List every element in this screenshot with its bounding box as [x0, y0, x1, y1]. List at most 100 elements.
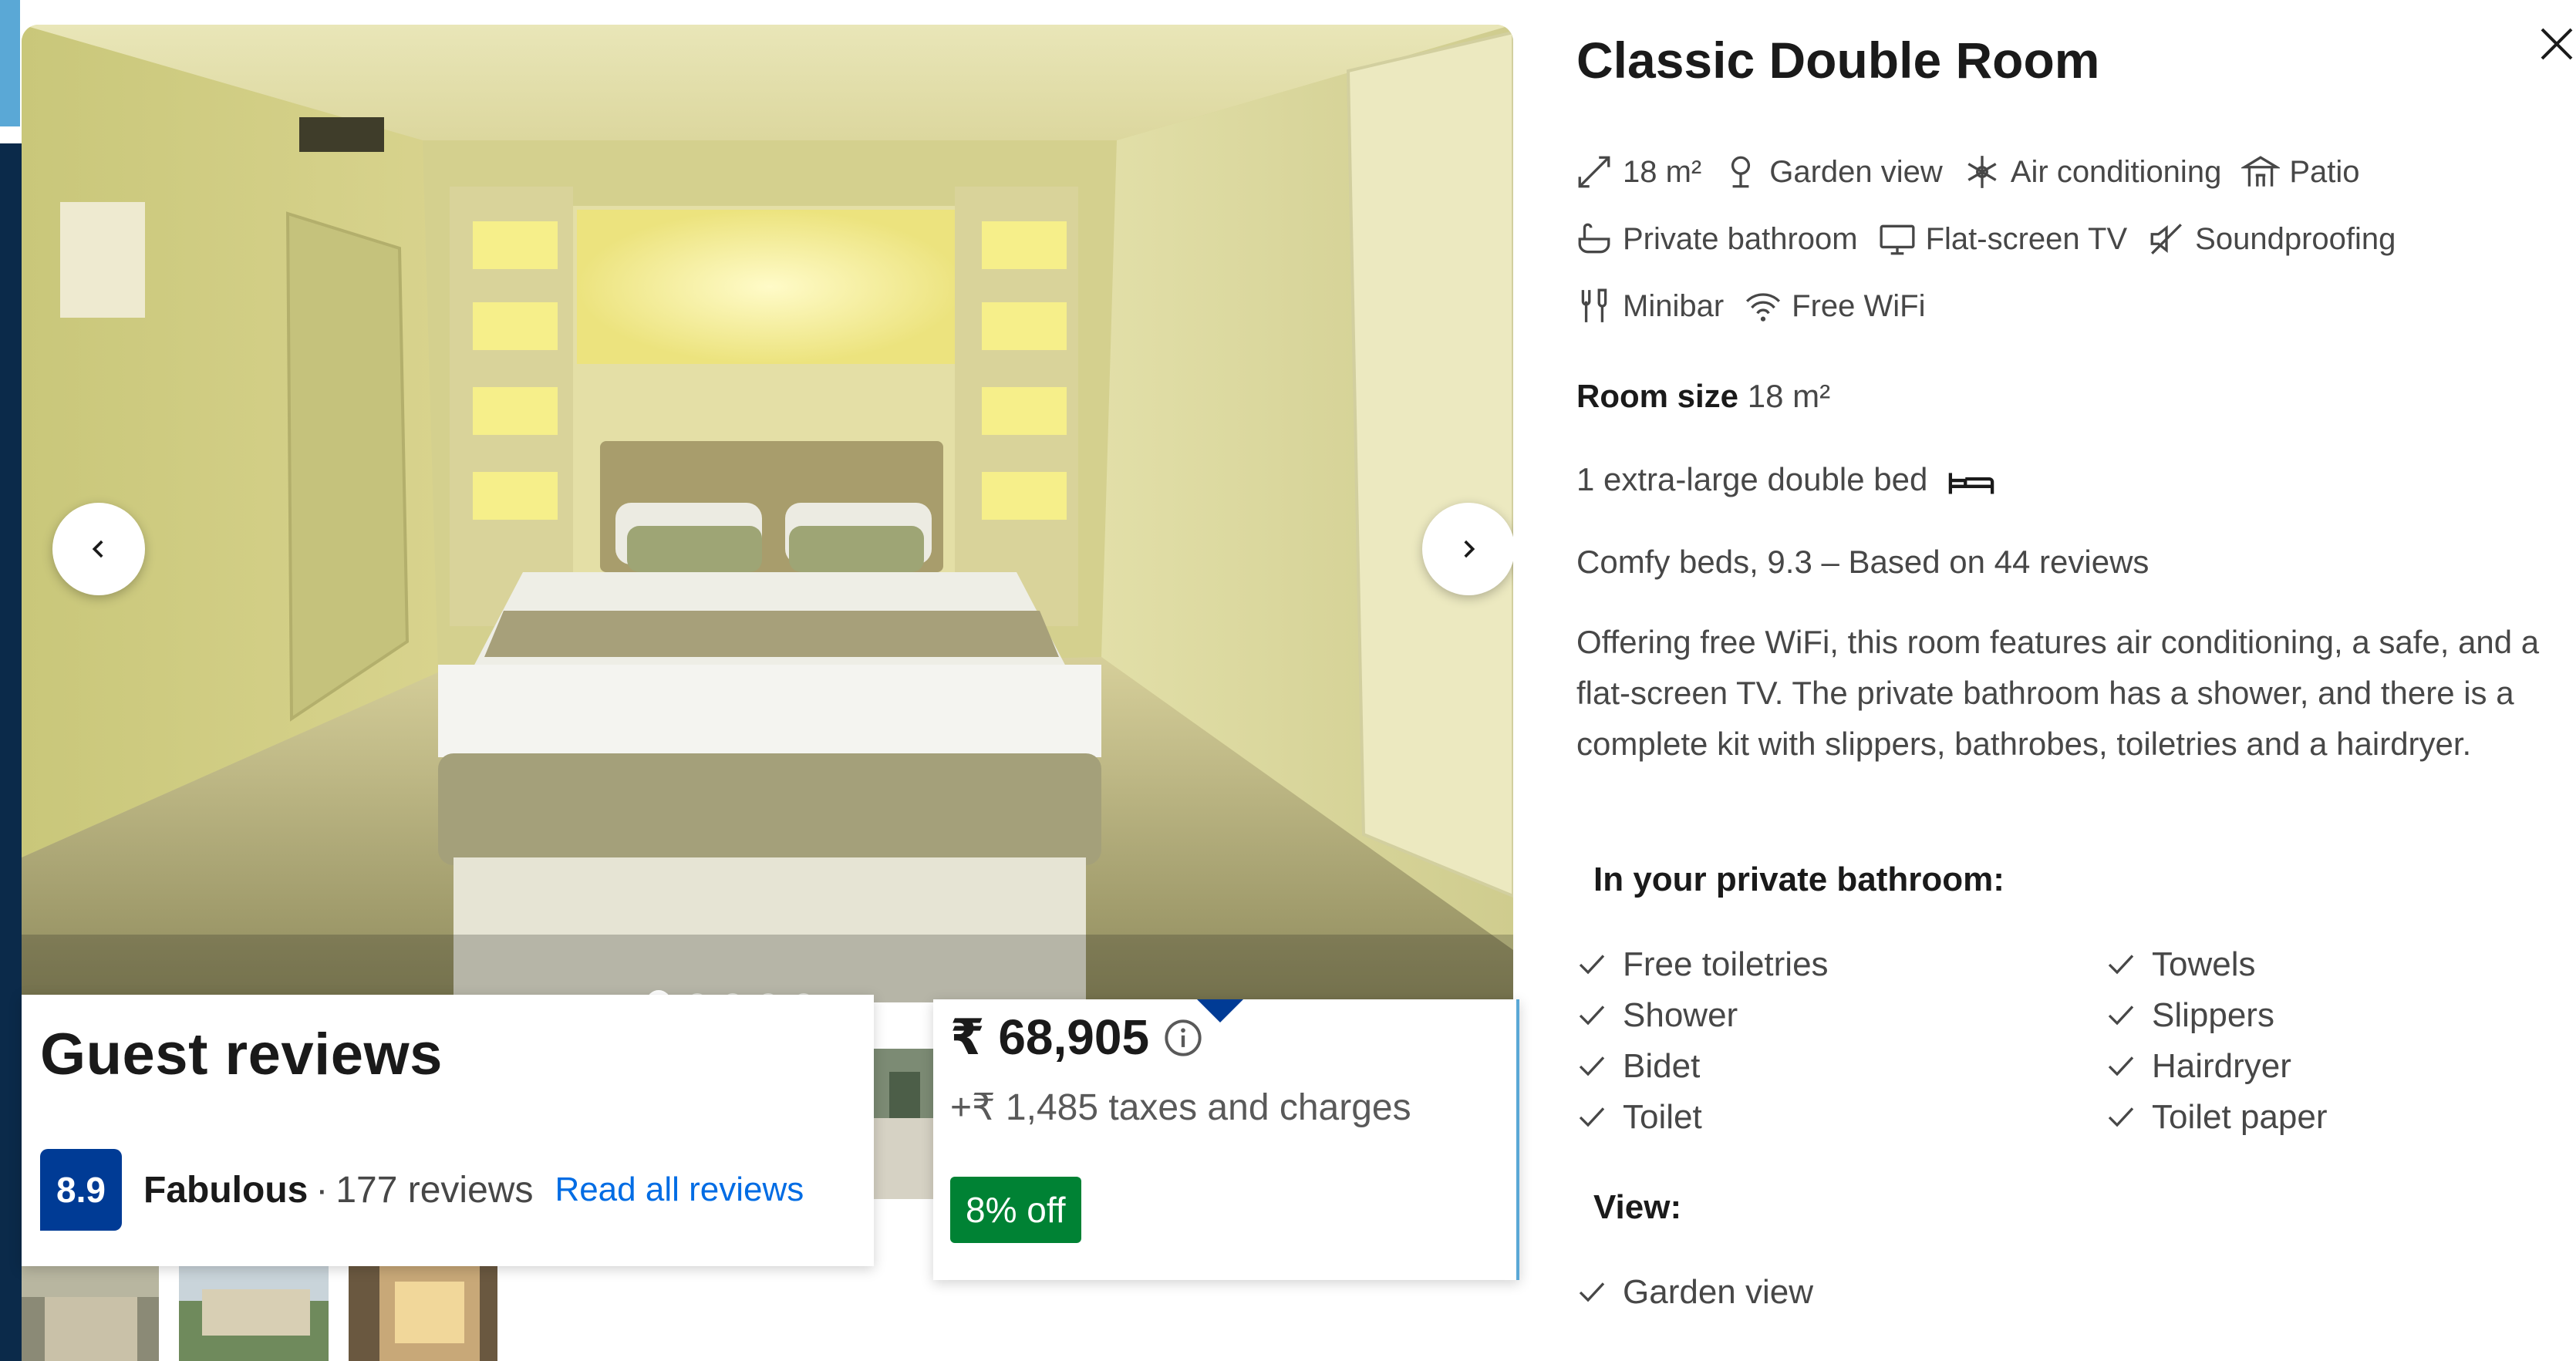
- checkmark-icon: [1579, 1056, 1605, 1076]
- room-size-value: 18 m²: [1747, 378, 1831, 414]
- bathroom-amenity: Toilet paper: [2106, 1098, 2327, 1137]
- amenity-label: Shower: [1623, 996, 1738, 1034]
- chevron-right-icon: [1464, 540, 1475, 558]
- room-photo: [22, 25, 1513, 1002]
- view-heading: View:: [1593, 1188, 1682, 1226]
- amenity-label: Toilet paper: [2152, 1098, 2328, 1136]
- bathroom-amenity: Shower: [1576, 996, 1738, 1035]
- next-photo-button[interactable]: [1422, 503, 1513, 595]
- wifi-icon: [1746, 293, 1781, 322]
- bed-line: 1 extra-large double bed: [1576, 461, 1995, 498]
- checkmark-icon: [1579, 1282, 1605, 1302]
- checkmark-icon: [2108, 1056, 2134, 1076]
- facilities-row: 18 m² Garden view Air conditioning Patio: [1575, 153, 2379, 191]
- checkmark-icon: [1579, 1006, 1605, 1026]
- review-score-word: Fabulous: [143, 1169, 309, 1211]
- bathroom-amenity: Bidet: [1576, 1047, 1700, 1086]
- thumbnail-image: [874, 1049, 933, 1199]
- facility-label: Patio: [2289, 154, 2360, 189]
- patio-icon: [2241, 156, 2281, 187]
- facility-soundproofing: Soundproofing: [2147, 220, 2396, 258]
- amenity-label: Toilet: [1623, 1098, 1702, 1136]
- checkmark-icon: [2108, 1107, 2134, 1127]
- bathroom-amenity: Towels: [2106, 945, 2256, 984]
- checkmark-icon: [2108, 1006, 2134, 1026]
- guest-reviews-title: Guest reviews: [40, 1022, 443, 1087]
- bathroom-amenity: Toilet: [1576, 1098, 1702, 1137]
- soundproofing-icon: [2150, 224, 2183, 254]
- previous-photo-button[interactable]: [52, 503, 145, 595]
- facility-minibar: Minibar: [1575, 287, 1724, 325]
- facility-label: Air conditioning: [2010, 154, 2222, 189]
- photo-thumbnail[interactable]: [349, 1266, 497, 1361]
- facilities-row: Private bathroom Flat-screen TV Soundpro…: [1575, 220, 2416, 258]
- garden-view-icon: [1731, 156, 1751, 188]
- info-icon[interactable]: [1163, 1018, 1203, 1058]
- price-taxes: +₹ 1,485 taxes and charges: [950, 1087, 1411, 1128]
- review-score-badge: 8.9: [40, 1149, 122, 1231]
- air-conditioning-icon: [1967, 156, 1997, 188]
- amenity-label: Towels: [2152, 945, 2256, 983]
- facility-air-conditioning: Air conditioning: [1963, 153, 2222, 191]
- thumbnail-image: [179, 1266, 329, 1361]
- facility-flat-screen-tv: Flat-screen TV: [1878, 220, 2128, 258]
- bathroom-amenity: Free toiletries: [1576, 945, 1829, 984]
- minibar-icon: [1581, 288, 1607, 322]
- thumbnail-image: [22, 1266, 159, 1361]
- facility-room-size: 18 m²: [1575, 153, 1701, 191]
- room-size-line: Room size 18 m²: [1576, 378, 1830, 415]
- guest-reviews-card: Guest reviews 8.9 Fabulous · 177 reviews…: [22, 995, 874, 1266]
- photo-thumbnail[interactable]: [179, 1266, 329, 1361]
- review-separator: ·: [315, 1169, 329, 1211]
- tv-icon: [1880, 224, 1915, 255]
- room-title: Classic Double Room: [1576, 32, 2100, 89]
- room-size-icon: [1578, 156, 1610, 188]
- comfy-beds-line: Comfy beds, 9.3 – Based on 44 reviews: [1576, 544, 2149, 580]
- checkmark-icon: [2108, 955, 2134, 975]
- price-amount-row: ₹ 68,905: [950, 1009, 1203, 1066]
- read-all-reviews-link[interactable]: Read all reviews: [555, 1171, 804, 1209]
- facility-label: Minibar: [1623, 288, 1725, 323]
- bathroom-amenity: Slippers: [2106, 996, 2274, 1035]
- price-card: ₹ 68,905 +₹ 1,485 taxes and charges 8% o…: [933, 999, 1519, 1280]
- facility-label: Free WiFi: [1792, 288, 1926, 323]
- photo-thumbnail[interactable]: [874, 1049, 933, 1199]
- thumbnail-image: [349, 1266, 497, 1361]
- room-size-label: Room size: [1576, 378, 1739, 414]
- bed-type: 1 extra-large double bed: [1576, 461, 1928, 497]
- facility-label: Garden view: [1769, 154, 1943, 189]
- facility-label: Soundproofing: [2195, 221, 2396, 256]
- bed-icon: [1948, 473, 1994, 494]
- room-description: Offering free WiFi, this room features a…: [1576, 624, 2540, 762]
- bathroom-heading: In your private bathroom:: [1593, 861, 2004, 898]
- amenity-label: Slippers: [2152, 996, 2274, 1034]
- facility-garden-view: Garden view: [1721, 153, 1943, 191]
- checkmark-icon: [1579, 1107, 1605, 1127]
- amenity-label: Free toiletries: [1623, 945, 1829, 983]
- left-edge-accent: [0, 0, 20, 126]
- discount-badge: 8% off: [950, 1177, 1081, 1243]
- bathroom-amenity: Hairdryer: [2106, 1047, 2291, 1086]
- room-photo-image: [22, 25, 1513, 1002]
- facility-label: Private bathroom: [1623, 221, 1858, 256]
- private-bathroom-icon: [1578, 223, 1610, 254]
- facility-free-wifi: Free WiFi: [1744, 287, 1925, 325]
- amenity-label: Bidet: [1623, 1047, 1701, 1085]
- checkmark-icon: [1579, 955, 1605, 975]
- review-summary: 8.9 Fabulous · 177 reviews Read all revi…: [40, 1149, 804, 1231]
- price-amount: ₹ 68,905: [950, 1009, 1150, 1065]
- facilities-row: Minibar Free WiFi: [1575, 287, 1945, 325]
- close-icon: [2541, 28, 2573, 60]
- price-card-notch: [1197, 999, 1243, 1022]
- review-count: 177 reviews: [335, 1169, 534, 1211]
- amenity-label: Hairdryer: [2152, 1047, 2291, 1085]
- left-edge-panel: [0, 143, 22, 1361]
- chevron-left-icon: [92, 540, 103, 558]
- facility-patio: Patio: [2241, 153, 2359, 191]
- facility-label: Flat-screen TV: [1925, 221, 2128, 256]
- close-button[interactable]: [2537, 19, 2576, 65]
- view-label: Garden view: [1623, 1273, 1814, 1311]
- view-item: Garden view: [1576, 1273, 1813, 1312]
- photo-thumbnail[interactable]: [22, 1266, 159, 1361]
- facility-private-bathroom: Private bathroom: [1575, 220, 1858, 258]
